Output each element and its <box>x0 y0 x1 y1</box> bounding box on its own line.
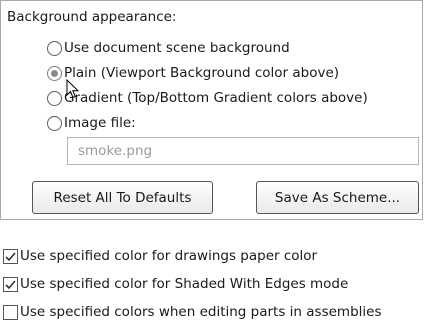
radio-image-file[interactable]: Image file: <box>47 113 136 133</box>
checkbox[interactable] <box>3 248 18 264</box>
radio-label: Use document scene background <box>64 40 290 56</box>
checkmark-icon <box>5 279 16 289</box>
image-file-input[interactable]: smoke.png <box>67 137 419 165</box>
reset-all-to-defaults-button[interactable]: Reset All To Defaults <box>32 181 213 214</box>
radio-button[interactable] <box>47 115 62 131</box>
checkbox-label: Use specified color for Shaded With Edge… <box>20 276 349 292</box>
checkbox-shaded-with-edges[interactable]: Use specified color for Shaded With Edge… <box>3 274 348 294</box>
checkbox[interactable] <box>3 276 18 292</box>
checkbox-drawings-paper-color[interactable]: Use specified color for drawings paper c… <box>3 246 317 266</box>
radio-label: Gradient (Top/Bottom Gradient colors abo… <box>64 90 368 106</box>
radio-selected-dot <box>51 69 58 77</box>
mouse-pointer-icon <box>66 79 80 99</box>
radio-button[interactable] <box>47 90 62 106</box>
radio-button-selected[interactable] <box>47 65 62 81</box>
radio-button[interactable] <box>47 40 62 56</box>
radio-label: Image file: <box>64 115 136 131</box>
checkbox[interactable] <box>3 304 18 320</box>
group-title: Background appearance: <box>7 9 177 25</box>
save-as-scheme-button[interactable]: Save As Scheme... <box>256 181 419 214</box>
radio-gradient[interactable]: Gradient (Top/Bottom Gradient colors abo… <box>47 88 368 108</box>
radio-plain[interactable]: Plain (Viewport Background color above) <box>47 63 339 83</box>
checkbox-label: Use specified colors when editing parts … <box>20 304 382 320</box>
background-appearance-group: Background appearance: Use document scen… <box>0 0 423 220</box>
checkmark-icon <box>5 251 16 261</box>
radio-label: Plain (Viewport Background color above) <box>64 65 340 81</box>
checkbox-label: Use specified color for drawings paper c… <box>20 248 318 264</box>
radio-use-document-scene[interactable]: Use document scene background <box>47 38 290 58</box>
checkbox-editing-parts-in-assemblies[interactable]: Use specified colors when editing parts … <box>3 302 381 322</box>
